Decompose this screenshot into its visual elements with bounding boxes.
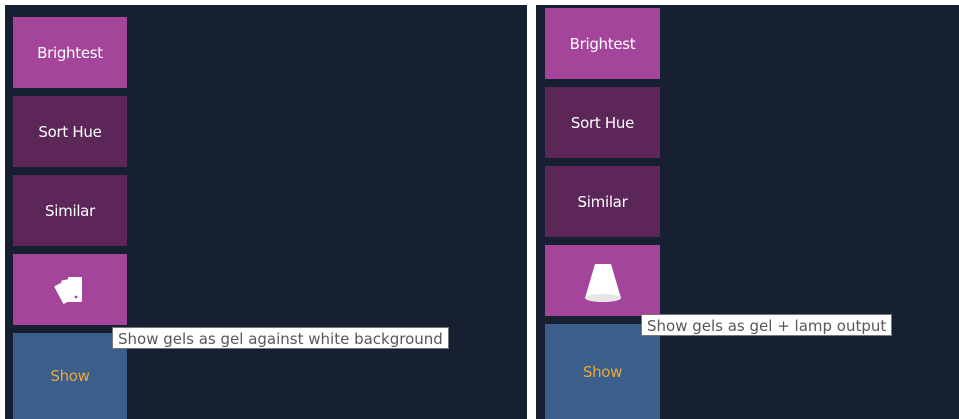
gel-cards-icon: [54, 276, 82, 304]
sort-hue-button[interactable]: Sort Hue: [545, 87, 660, 158]
gel-panel-left: Brightest Sort Hue Similar Show Show gel…: [5, 5, 527, 419]
gel-panel-right: Brightest Sort Hue Similar Show Show gel…: [536, 5, 959, 419]
brightest-button[interactable]: Brightest: [545, 8, 660, 79]
gel-display-mode-button[interactable]: [545, 245, 660, 316]
gel-display-mode-button[interactable]: [13, 254, 127, 325]
show-button[interactable]: Show: [13, 333, 127, 419]
tooltip: Show gels as gel + lamp output: [641, 314, 893, 336]
screenshot-root: Brightest Sort Hue Similar Show Show gel…: [0, 0, 959, 419]
sort-hue-button[interactable]: Sort Hue: [13, 96, 127, 167]
similar-button[interactable]: Similar: [13, 175, 127, 246]
brightest-button[interactable]: Brightest: [13, 17, 127, 88]
similar-button[interactable]: Similar: [545, 166, 660, 237]
show-button[interactable]: Show: [545, 324, 660, 419]
tooltip: Show gels as gel against white backgroun…: [112, 327, 449, 349]
lamp-cone-icon: [584, 263, 621, 302]
